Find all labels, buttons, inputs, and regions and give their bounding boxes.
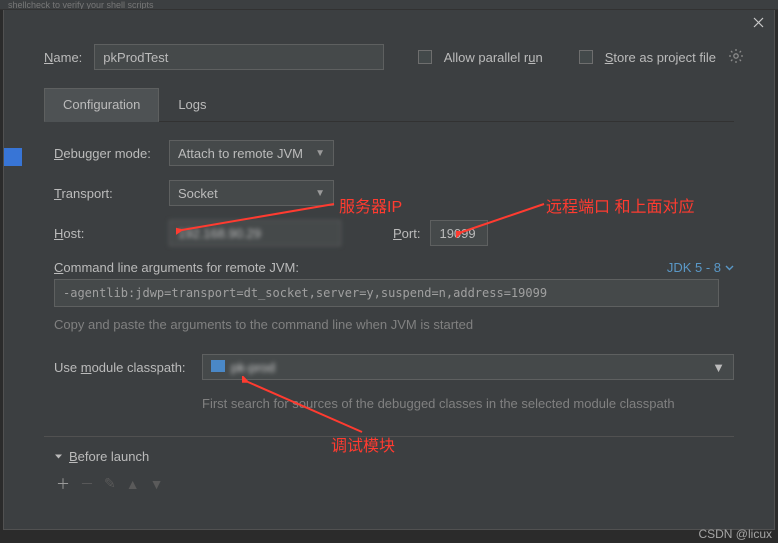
module-value: pk-prod (231, 360, 275, 375)
module-label: Use module classpath: (54, 360, 192, 375)
module-help: First search for sources of the debugged… (202, 394, 734, 414)
host-input[interactable] (169, 220, 341, 246)
before-launch-title: Before launch (69, 449, 149, 464)
debugger-mode-label: Debugger mode: (54, 146, 159, 161)
before-launch-toolbar: ＋ － ✎ ▲ ▼ (54, 474, 734, 494)
name-label: Name: (44, 50, 82, 65)
hint-bar: shellcheck to verify your shell scripts (0, 0, 778, 10)
move-up-button: ▲ (126, 476, 140, 492)
jdk-version-value: JDK 5 - 8 (667, 260, 721, 275)
tabs-bar: Configuration Logs (44, 88, 734, 122)
host-label: Host: (54, 226, 159, 241)
allow-parallel-label: Allow parallel run (444, 50, 543, 65)
chevron-down-icon: ▼ (315, 148, 325, 159)
name-input[interactable] (94, 44, 384, 70)
tab-logs[interactable]: Logs (159, 88, 225, 121)
port-label: Port: (393, 226, 420, 241)
edit-task-button: ✎ (104, 475, 116, 492)
gear-icon[interactable] (728, 48, 744, 67)
chevron-down-icon (54, 452, 63, 461)
before-launch-section: Before launch ＋ － ✎ ▲ ▼ (54, 449, 734, 494)
cmdline-help: Copy and paste the arguments to the comm… (54, 317, 734, 332)
move-down-button: ▼ (150, 476, 164, 492)
sidebar-selection-indicator (4, 148, 22, 166)
debugger-mode-value: Attach to remote JVM (178, 146, 303, 161)
cmdline-label: Command line arguments for remote JVM: (54, 260, 299, 275)
jdk-version-dropdown[interactable]: JDK 5 - 8 (667, 260, 734, 275)
transport-dropdown[interactable]: Socket ▼ (169, 180, 334, 206)
dialog-titlebar (4, 10, 774, 34)
chevron-down-icon: ▼ (712, 360, 725, 375)
config-panel: Debugger mode: Attach to remote JVM ▼ Tr… (4, 122, 774, 424)
divider (44, 436, 734, 437)
transport-label: Transport: (54, 186, 159, 201)
cmdline-textarea[interactable]: -agentlib:jdwp=transport=dt_socket,serve… (54, 279, 719, 307)
port-input[interactable] (430, 220, 488, 246)
header-row: Name: Allow parallel run Store as projec… (4, 34, 774, 88)
watermark: CSDN @licux (698, 527, 772, 541)
run-config-dialog: Name: Allow parallel run Store as projec… (3, 10, 775, 530)
debugger-mode-dropdown[interactable]: Attach to remote JVM ▼ (169, 140, 334, 166)
tab-configuration[interactable]: Configuration (44, 88, 159, 122)
store-project-label: Store as project file (605, 50, 716, 65)
allow-parallel-checkbox[interactable] (418, 50, 432, 64)
remove-task-button: － (80, 474, 94, 494)
module-classpath-dropdown[interactable]: pk-prod ▼ (202, 354, 734, 380)
before-launch-header[interactable]: Before launch (54, 449, 734, 464)
add-task-button[interactable]: ＋ (56, 474, 70, 494)
close-icon[interactable] (750, 14, 766, 30)
store-project-checkbox[interactable] (579, 50, 593, 64)
chevron-down-icon: ▼ (315, 188, 325, 199)
transport-value: Socket (178, 186, 218, 201)
chevron-down-icon (725, 263, 734, 272)
module-folder-icon (211, 360, 225, 372)
